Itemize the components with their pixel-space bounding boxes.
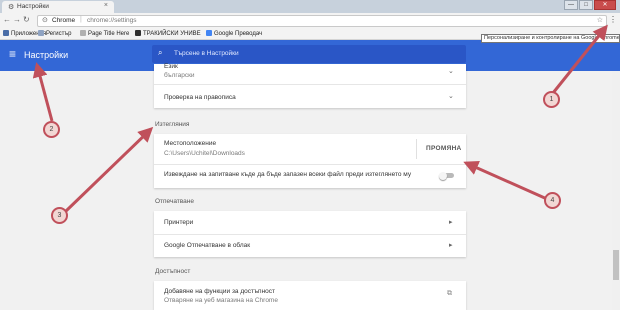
annotation-arrows [32,24,608,213]
annotation-badge-2: 2 [43,121,60,138]
annotation-badge-3: 3 [51,207,68,224]
arrow-4 [463,161,548,201]
arrow-2 [32,62,54,122]
arrow-1 [551,24,608,94]
arrow-3 [64,126,154,213]
annotation-badge-4: 4 [544,192,561,209]
annotation-badge-1: 1 [543,91,560,108]
